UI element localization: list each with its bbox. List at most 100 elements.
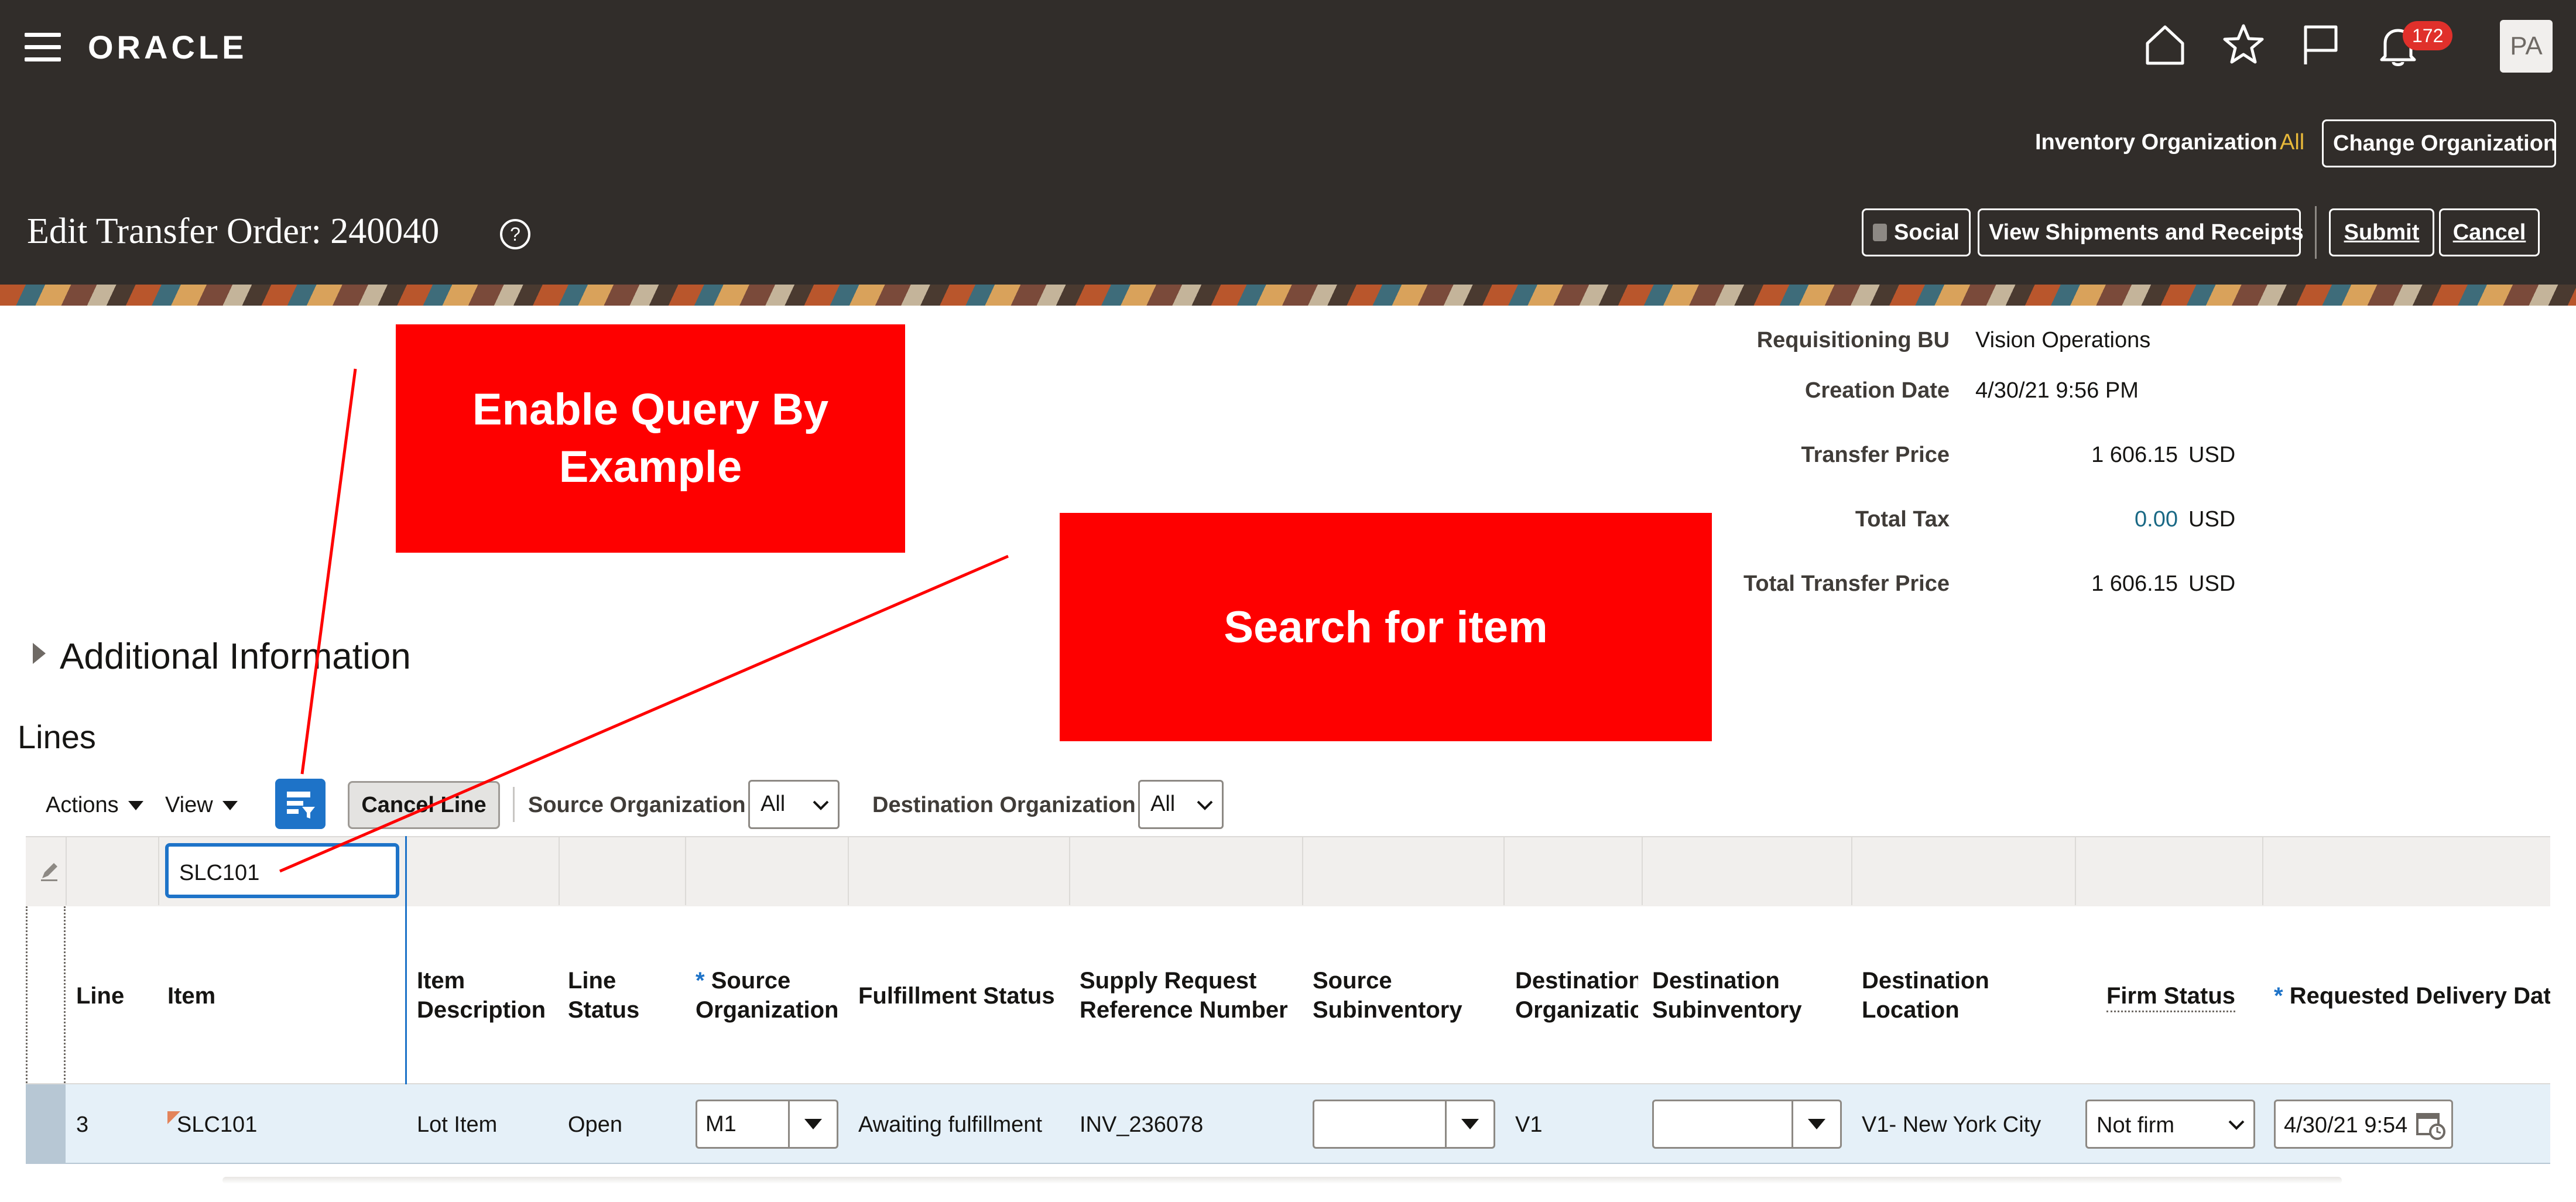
- transfer-price-currency: USD: [2188, 443, 2236, 467]
- view-menu-label: View: [165, 793, 213, 817]
- navigator-menu-icon[interactable]: [25, 33, 61, 61]
- cell-line: 3: [76, 1112, 89, 1137]
- view-shipments-receipts-button[interactable]: View Shipments and Receipts: [1978, 208, 2304, 256]
- source-organization-cell-value: M1: [705, 1112, 737, 1136]
- required-asterisk: *: [2274, 983, 2290, 1009]
- inventory-org-value: All: [2280, 130, 2305, 155]
- cancel-button[interactable]: Cancel: [2439, 208, 2540, 256]
- query-by-example-button[interactable]: [275, 779, 326, 829]
- requested-delivery-date-input[interactable]: 4/30/21 9:54: [2274, 1100, 2453, 1149]
- header-line-1: * Source: [696, 968, 791, 994]
- social-icon: [1873, 224, 1888, 241]
- additional-information-header[interactable]: Additional Information: [60, 636, 411, 677]
- column-header-destination-location[interactable]: Destination Location: [1862, 966, 1989, 1025]
- destination-organization-label: Destination Organization: [872, 793, 1136, 817]
- header-line-2: Status: [568, 997, 640, 1023]
- header-line-2: Organization: [696, 997, 839, 1023]
- dropdown-arrow-icon[interactable]: [1445, 1101, 1493, 1147]
- column-header-line-status[interactable]: Line Status: [568, 966, 639, 1025]
- social-button-label: Social: [1894, 220, 1960, 245]
- favorites-star-icon[interactable]: [2221, 22, 2266, 67]
- destination-subinventory-cell-value: [1654, 1101, 1791, 1147]
- cell-destination-location-link[interactable]: V1- New York City: [1862, 1112, 2041, 1138]
- source-subinventory-dropdown[interactable]: [1313, 1100, 1495, 1149]
- oracle-logo: ORACLE: [88, 29, 248, 66]
- dropdown-arrow-icon[interactable]: [1791, 1101, 1840, 1147]
- source-organization-select[interactable]: All: [748, 780, 840, 829]
- column-divider: [158, 836, 159, 905]
- column-divider: [685, 836, 686, 905]
- view-menu[interactable]: View: [165, 793, 239, 818]
- row-selector[interactable]: [26, 1084, 66, 1163]
- header-line-1: Source: [1313, 968, 1392, 994]
- expand-arrow-icon[interactable]: [32, 642, 47, 668]
- header-line-1: Line: [568, 968, 616, 994]
- header-line-2: Organizatio: [1515, 997, 1638, 1023]
- column-header-destination-subinventory[interactable]: Destination Subinventory: [1652, 966, 1802, 1025]
- help-icon[interactable]: ?: [498, 217, 533, 255]
- home-icon[interactable]: [2143, 22, 2187, 67]
- change-organization-button[interactable]: Change Organization: [2322, 119, 2557, 167]
- header-line-2: Location: [1862, 997, 1960, 1023]
- destination-organization-select[interactable]: All: [1138, 780, 1224, 829]
- svg-text:?: ?: [510, 224, 520, 245]
- calendar-clock-icon[interactable]: [2414, 1108, 2447, 1141]
- column-header-source-organization[interactable]: * Source Organization: [696, 966, 838, 1025]
- total-tax-link[interactable]: 0.00: [2061, 507, 2178, 532]
- source-organization-value: All: [761, 792, 786, 816]
- column-header-item-description[interactable]: Item Description: [417, 966, 546, 1025]
- column-divider: [848, 836, 849, 905]
- creation-date-label: Creation Date: [1804, 378, 1950, 403]
- cell-supply-request: INV_236078: [1080, 1112, 1204, 1137]
- search-item-callout: Search for item: [1060, 513, 1712, 741]
- source-organization-dropdown[interactable]: M1: [696, 1100, 838, 1149]
- row-selector-header: [26, 906, 66, 1083]
- enable-qbe-callout: Enable Query By Example: [396, 324, 905, 553]
- chevron-down-icon: [813, 800, 829, 810]
- column-divider: [1851, 836, 1852, 905]
- item-filter-value: SLC101: [179, 861, 260, 885]
- cell-line-status: Open: [568, 1112, 622, 1137]
- item-filter-input[interactable]: SLC101: [165, 843, 399, 898]
- column-header-item[interactable]: Item: [167, 981, 215, 1011]
- requested-delivery-date-value: 4/30/21 9:54: [2284, 1113, 2408, 1138]
- column-divider: [559, 836, 560, 905]
- transfer-price-value: 1 606.15: [2091, 443, 2178, 467]
- firm-status-select[interactable]: Not firm: [2085, 1100, 2255, 1149]
- column-divider: [1503, 836, 1505, 905]
- column-header-requested-delivery-date[interactable]: * Requested Delivery Dat: [2274, 981, 2550, 1011]
- header-line-2: Subinventory: [1313, 997, 1462, 1023]
- toolbar-divider: [2315, 206, 2317, 259]
- total-transfer-price-value: 1 606.15: [2091, 571, 2178, 596]
- cell-item: SLC101: [177, 1112, 258, 1137]
- view-dropdown-icon: [222, 800, 238, 810]
- social-button[interactable]: Social: [1862, 208, 1971, 256]
- creation-date-value: 4/30/21 9:56 PM: [1975, 378, 2139, 403]
- column-header-line[interactable]: Line: [76, 981, 124, 1011]
- column-divider: [66, 836, 67, 905]
- actions-menu[interactable]: Actions: [46, 793, 145, 818]
- column-header-firm-status[interactable]: Firm Status: [2106, 981, 2236, 1012]
- column-header-source-subinventory[interactable]: Source Subinventory: [1313, 966, 1462, 1025]
- destination-subinventory-dropdown[interactable]: [1652, 1100, 1842, 1149]
- column-divider: [1302, 836, 1303, 905]
- submit-button[interactable]: Submit: [2329, 208, 2434, 256]
- cell-destination-organization-link[interactable]: V1: [1515, 1112, 1542, 1138]
- dropdown-arrow-icon[interactable]: [788, 1101, 837, 1147]
- inventory-org-label: Inventory Organization: [2035, 130, 2277, 155]
- actions-dropdown-icon: [128, 800, 143, 810]
- column-header-fulfillment-status[interactable]: Fulfillment Status: [858, 981, 1055, 1011]
- total-tax-label: Total Tax: [1855, 507, 1950, 532]
- cancel-line-button[interactable]: Cancel Line: [348, 781, 500, 829]
- user-avatar[interactable]: PA: [2500, 20, 2553, 73]
- watchlist-flag-icon[interactable]: [2298, 22, 2343, 67]
- column-divider: [1069, 836, 1070, 905]
- source-subinventory-cell-value: [1314, 1101, 1445, 1147]
- required-asterisk: *: [696, 968, 711, 994]
- header-line-2: Subinventory: [1652, 997, 1802, 1023]
- query-by-example-row: [26, 836, 2550, 908]
- column-header-supply-request[interactable]: Supply Request Reference Number: [1080, 966, 1288, 1025]
- header-line-2: Description: [417, 997, 546, 1023]
- column-header-destination-organization[interactable]: Destination Organizatio: [1515, 966, 1638, 1025]
- chevron-down-icon: [1197, 800, 1213, 810]
